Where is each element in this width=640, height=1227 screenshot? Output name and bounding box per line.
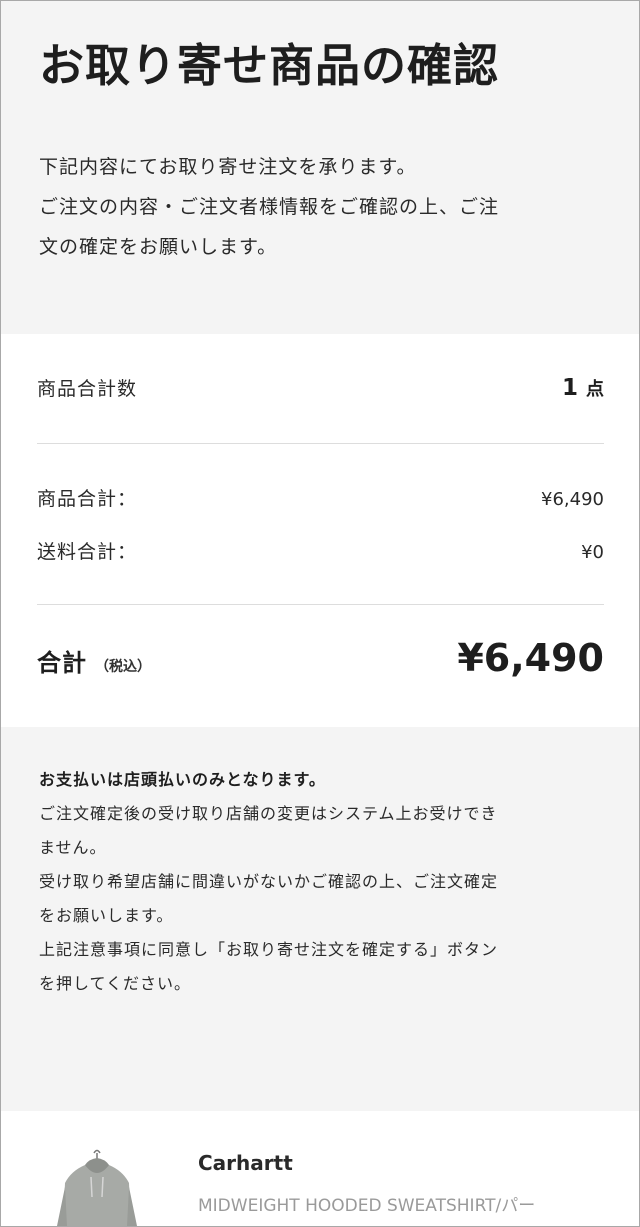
notice-line: を押してください。 [39, 974, 192, 993]
notice-line: ません。 [39, 838, 107, 857]
product-brand: Carhartt [198, 1151, 293, 1175]
product-card[interactable]: Carhartt MIDWEIGHT HOODED SWEATSHIRT/パー [1, 1111, 639, 1226]
item-count-row: 商品合計数 1点 [37, 374, 604, 401]
summary-divider [37, 443, 604, 444]
intro-line: 下記内容にてお取り寄せ注文を承ります。 [39, 156, 417, 178]
notice-line: をお願いします。 [39, 906, 174, 925]
subtotal-label: 商品合計： [37, 488, 138, 510]
intro-text: 下記内容にてお取り寄せ注文を承ります。 ご注文の内容・ご注文者様情報をご確認の上… [39, 147, 599, 267]
hoodie-icon [57, 1149, 137, 1226]
summary-divider [37, 604, 604, 605]
subtotal-value: ¥6,490 [541, 489, 604, 510]
payment-notice: お支払いは店頭払いのみとなります。 ご注文確定後の受け取り店舗の変更はシステム上… [39, 763, 609, 1001]
product-name[interactable]: MIDWEIGHT HOODED SWEATSHIRT/パー [198, 1191, 535, 1216]
notice-heading: お支払いは店頭払いのみとなります。 [39, 770, 326, 789]
total-value: ¥6,490 [457, 636, 604, 680]
subtotal-row: 商品合計： ¥6,490 [37, 484, 604, 511]
item-count-value-group: 1点 [562, 375, 604, 401]
shipping-row: 送料合計： ¥0 [37, 537, 604, 564]
product-thumbnail[interactable] [45, 1147, 149, 1226]
shipping-label: 送料合計： [37, 541, 138, 563]
item-count-label: 商品合計数 [37, 378, 138, 400]
notice-line: 上記注意事項に同意し「お取り寄せ注文を確定する」ボタン [39, 940, 499, 959]
total-row: 合計 （税込） ¥6,490 [37, 636, 604, 680]
total-label-group: 合計 （税込） [37, 643, 151, 678]
notice-line: 受け取り希望店舗に間違いがないかご確認の上、ご注文確定 [39, 872, 499, 891]
notice-line: ご注文確定後の受け取り店舗の変更はシステム上お受けでき [39, 804, 498, 823]
order-summary-card: 商品合計数 1点 商品合計： ¥6,490 送料合計： ¥0 合計 （税込） ¥6… [1, 334, 639, 727]
page-frame: お取り寄せ商品の確認 下記内容にてお取り寄せ注文を承ります。 ご注文の内容・ご注… [0, 0, 640, 1227]
shipping-value: ¥0 [581, 542, 604, 563]
intro-line: ご注文の内容・ご注文者様情報をご確認の上、ご注 [39, 196, 500, 218]
total-label: 合計 [37, 649, 87, 677]
intro-line: 文の確定をお願いします。 [39, 236, 278, 258]
item-count-unit: 点 [586, 379, 604, 400]
page-title: お取り寄せ商品の確認 [39, 39, 500, 92]
tax-included-note: （税込） [95, 659, 151, 675]
item-count-value: 1 [561, 375, 578, 401]
